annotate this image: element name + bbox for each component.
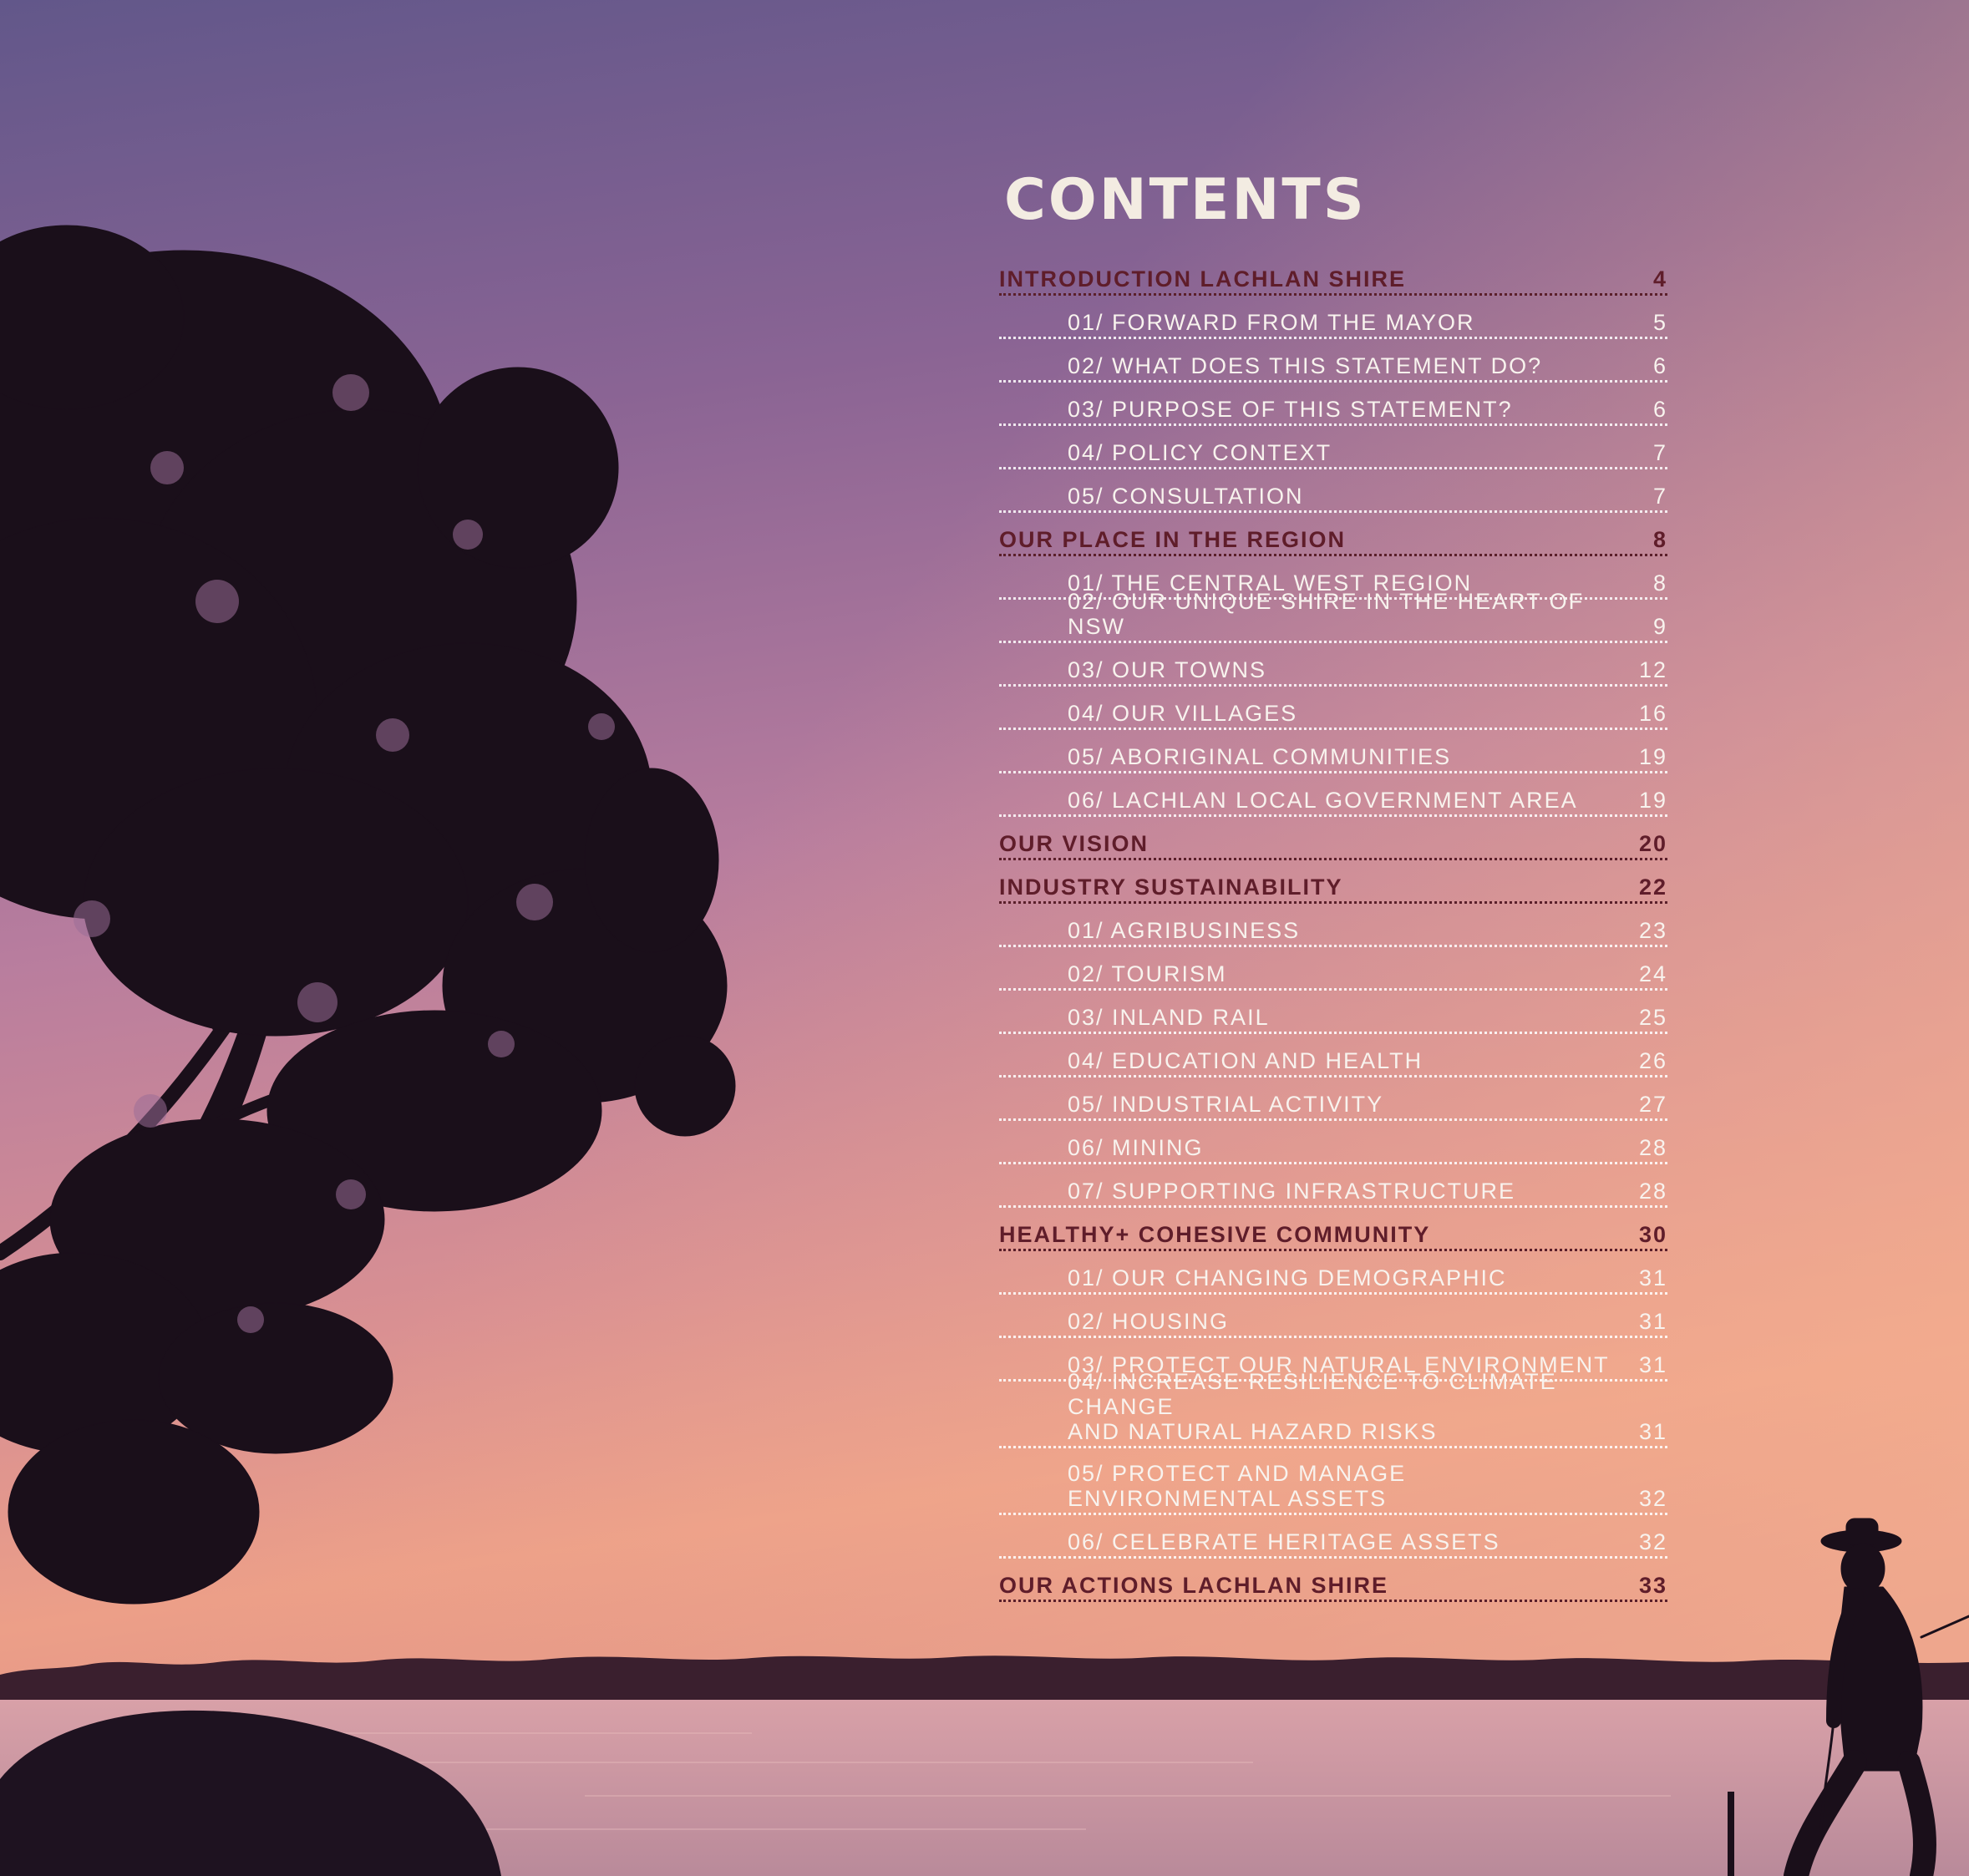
- toc-subsection-row[interactable]: 03/ OUR TOWNS 12: [999, 643, 1667, 687]
- toc-page-number: 12: [1638, 657, 1667, 682]
- contents-heading: CONTENTS: [1004, 167, 1367, 233]
- toc-page-number: 33: [1638, 1573, 1667, 1598]
- toc-entry-label: 06/ MINING: [1068, 1135, 1204, 1160]
- sunset-background-photo: [0, 0, 1969, 1876]
- toc-subsection-row[interactable]: 01/ AGRIBUSINESS 23: [999, 904, 1667, 947]
- toc-entry-label: OUR ACTIONS LACHLAN SHIRE: [999, 1573, 1388, 1598]
- toc-page-number: 31: [1638, 1265, 1667, 1290]
- toc-list: INTRODUCTION LACHLAN SHIRE 4 01/ FORWARD F…: [999, 252, 1667, 1602]
- toc-subsection-row[interactable]: 01/ OUR CHANGING DEMOGRAPHIC 31: [999, 1251, 1667, 1295]
- toc-subsection-row[interactable]: 04/ POLICY CONTEXT 7: [999, 426, 1667, 469]
- toc-page-number: 31: [1638, 1309, 1667, 1334]
- toc-page-number: 6: [1652, 353, 1667, 378]
- toc-entry-label: 05/ CONSULTATION: [1068, 484, 1304, 509]
- toc-entry-label: INDUSTRY SUSTAINABILITY: [999, 875, 1343, 900]
- toc-subsection-row[interactable]: 03/ INLAND RAIL 25: [999, 991, 1667, 1034]
- toc-entry-label: OUR PLACE IN THE REGION: [999, 527, 1347, 552]
- toc-entry-label: 05/ PROTECT AND MANAGE ENVIRONMENTAL ASSE…: [1068, 1461, 1407, 1511]
- toc-page-number: 22: [1638, 875, 1667, 900]
- toc-entry-label: 04/ OUR VILLAGES: [1068, 701, 1298, 726]
- toc-entry-label: 03/ OUR TOWNS: [1068, 657, 1267, 682]
- toc-section-row[interactable]: INTRODUCTION LACHLAN SHIRE 4: [999, 252, 1667, 296]
- toc-page-number: 31: [1638, 1419, 1667, 1444]
- toc-entry-label: 02/ OUR UNIQUE SHIRE IN THE HEART OF NSW: [1068, 589, 1585, 639]
- toc-subsection-row[interactable]: 04/ OUR VILLAGES 16: [999, 687, 1667, 730]
- toc-subsection-row[interactable]: 06/ LACHLAN LOCAL GOVERNMENT AREA 19: [999, 773, 1667, 817]
- toc-subsection-row[interactable]: 06/ MINING 28: [999, 1121, 1667, 1164]
- toc-page-number: 7: [1652, 484, 1667, 509]
- toc-entry-label: 04/ POLICY CONTEXT: [1068, 440, 1332, 465]
- toc-page-number: 24: [1638, 961, 1667, 986]
- toc-subsection-row[interactable]: 05/ PROTECT AND MANAGE ENVIRONMENTAL ASSE…: [999, 1448, 1667, 1515]
- toc-entry-label: 06/ CELEBRATE HERITAGE ASSETS: [1068, 1529, 1500, 1554]
- toc-section-row[interactable]: OUR PLACE IN THE REGION 8: [999, 513, 1667, 556]
- toc-page-number: 28: [1638, 1135, 1667, 1160]
- table-of-contents: CONTENTS INTRODUCTION LACHLAN SHIRE 4 01/ …: [999, 159, 1667, 1602]
- toc-subsection-row[interactable]: 05/ INDUSTRIAL ACTIVITY 27: [999, 1077, 1667, 1121]
- toc-entry-label: 03/ PURPOSE OF THIS STATEMENT?: [1068, 397, 1513, 422]
- fence-post-small: [1728, 1792, 1734, 1876]
- toc-page-number: 32: [1638, 1529, 1667, 1554]
- toc-entry-label: 04/ INCREASE RESILIENCE TO CLIMATE CHANG…: [1068, 1369, 1557, 1444]
- contents-page: CONTENTS INTRODUCTION LACHLAN SHIRE 4 01/ …: [0, 0, 1969, 1876]
- toc-subsection-row[interactable]: 04/ EDUCATION AND HEALTH 26: [999, 1034, 1667, 1077]
- toc-entry-label: 04/ EDUCATION AND HEALTH: [1068, 1048, 1423, 1073]
- toc-subsection-row[interactable]: 04/ INCREASE RESILIENCE TO CLIMATE CHANG…: [999, 1369, 1667, 1448]
- toc-section-row[interactable]: OUR VISION 20: [999, 817, 1667, 860]
- toc-entry-label: HEALTHY+ COHESIVE COMMUNITY: [999, 1222, 1431, 1247]
- toc-page-number: 9: [1652, 614, 1667, 639]
- toc-entry-label: 01/ AGRIBUSINESS: [1068, 918, 1301, 943]
- toc-page-number: 19: [1638, 788, 1667, 813]
- toc-subsection-row[interactable]: 02/ TOURISM 24: [999, 947, 1667, 991]
- toc-entry-label: 01/ OUR CHANGING DEMOGRAPHIC: [1068, 1265, 1507, 1290]
- toc-page-number: 6: [1652, 397, 1667, 422]
- toc-page-number: 8: [1652, 570, 1667, 596]
- toc-page-number: 31: [1638, 1352, 1667, 1377]
- toc-section-row[interactable]: OUR ACTIONS LACHLAN SHIRE 33: [999, 1559, 1667, 1602]
- toc-entry-label: 02/ WHAT DOES THIS STATEMENT DO?: [1068, 353, 1543, 378]
- toc-page-number: 8: [1652, 527, 1667, 552]
- toc-page-number: 20: [1638, 831, 1667, 856]
- toc-section-row[interactable]: INDUSTRY SUSTAINABILITY 22: [999, 860, 1667, 904]
- toc-subsection-row[interactable]: 02/ WHAT DOES THIS STATEMENT DO? 6: [999, 339, 1667, 383]
- toc-subsection-row[interactable]: 05/ CONSULTATION 7: [999, 469, 1667, 513]
- toc-page-number: 26: [1638, 1048, 1667, 1073]
- distant-treeline: [0, 1655, 1969, 1700]
- toc-subsection-row[interactable]: 01/ FORWARD FROM THE MAYOR 5: [999, 296, 1667, 339]
- toc-subsection-row[interactable]: 05/ ABORIGINAL COMMUNITIES 19: [999, 730, 1667, 773]
- toc-entry-label: INTRODUCTION LACHLAN SHIRE: [999, 266, 1406, 292]
- toc-entry-label: 07/ SUPPORTING INFRASTRUCTURE: [1068, 1179, 1516, 1204]
- toc-page-number: 4: [1652, 266, 1667, 292]
- toc-section-row[interactable]: HEALTHY+ COHESIVE COMMUNITY 30: [999, 1208, 1667, 1251]
- toc-entry-label: 05/ ABORIGINAL COMMUNITIES: [1068, 744, 1452, 769]
- toc-entry-label: 02/ HOUSING: [1068, 1309, 1230, 1334]
- toc-page-number: 25: [1638, 1005, 1667, 1030]
- toc-entry-label: 03/ INLAND RAIL: [1068, 1005, 1270, 1030]
- toc-subsection-row[interactable]: 02/ OUR UNIQUE SHIRE IN THE HEART OF NSW…: [999, 589, 1667, 643]
- toc-page-number: 7: [1652, 440, 1667, 465]
- toc-entry-label: 06/ LACHLAN LOCAL GOVERNMENT AREA: [1068, 788, 1578, 813]
- toc-page-number: 32: [1638, 1486, 1667, 1511]
- toc-entry-label: 02/ TOURISM: [1068, 961, 1227, 986]
- toc-page-number: 19: [1638, 744, 1667, 769]
- toc-subsection-row[interactable]: 07/ SUPPORTING INFRASTRUCTURE 28: [999, 1164, 1667, 1208]
- toc-entry-label: 05/ INDUSTRIAL ACTIVITY: [1068, 1092, 1384, 1117]
- toc-page-number: 28: [1638, 1179, 1667, 1204]
- toc-entry-label: 01/ FORWARD FROM THE MAYOR: [1068, 310, 1475, 335]
- toc-page-number: 27: [1638, 1092, 1667, 1117]
- toc-subsection-row[interactable]: 06/ CELEBRATE HERITAGE ASSETS 32: [999, 1515, 1667, 1559]
- toc-subsection-row[interactable]: 02/ HOUSING 31: [999, 1295, 1667, 1338]
- toc-page-number: 30: [1638, 1222, 1667, 1247]
- toc-page-number: 16: [1638, 701, 1667, 726]
- toc-page-number: 23: [1638, 918, 1667, 943]
- toc-page-number: 5: [1652, 310, 1667, 335]
- toc-entry-label: OUR VISION: [999, 831, 1149, 856]
- toc-subsection-row[interactable]: 03/ PURPOSE OF THIS STATEMENT? 6: [999, 383, 1667, 426]
